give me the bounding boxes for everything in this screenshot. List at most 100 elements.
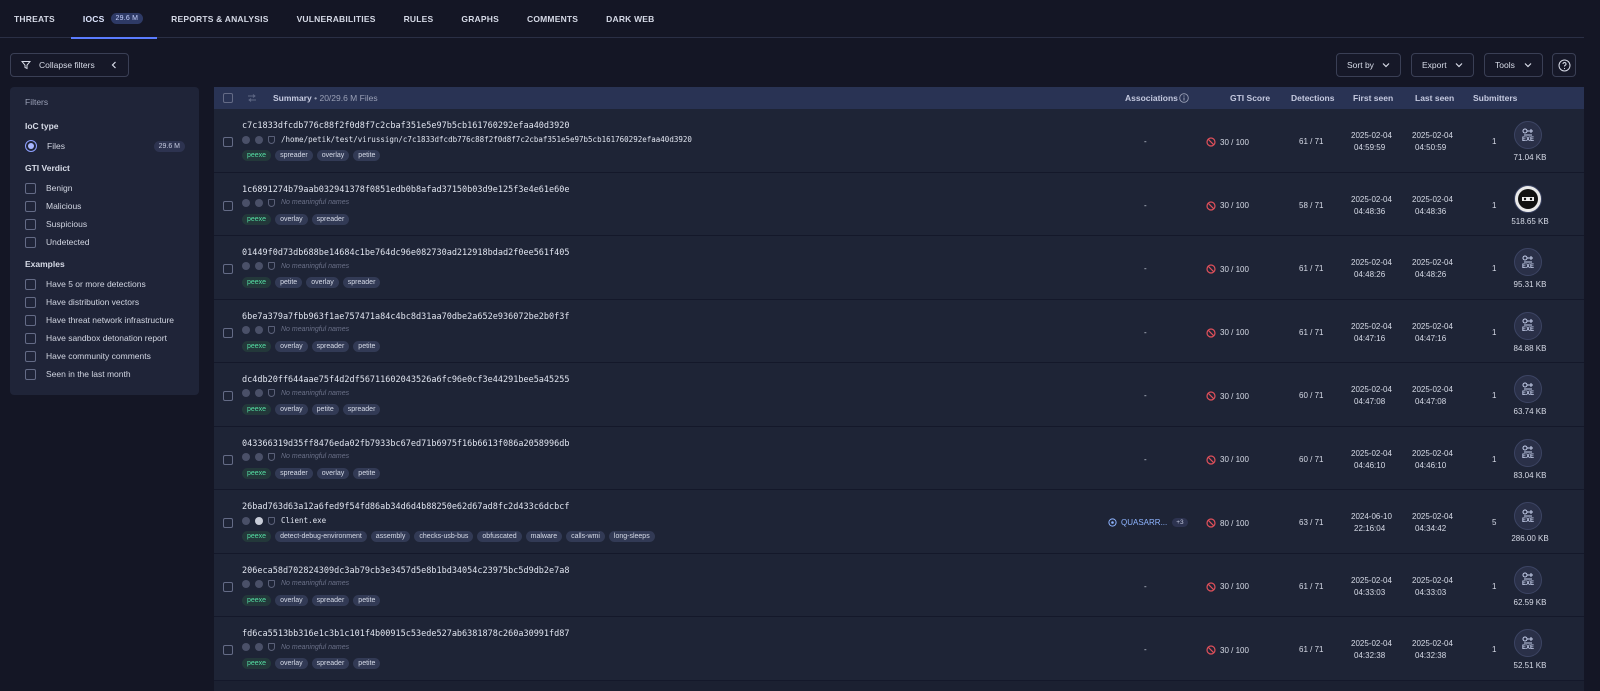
- tab-graphs[interactable]: GRAPHS: [461, 0, 499, 38]
- submitters-header[interactable]: Submitters: [1473, 93, 1517, 103]
- checkbox[interactable]: [25, 368, 36, 380]
- file-hash-link[interactable]: fd6ca5513bb316e1c3b1c101f4b00915c53ede52…: [242, 629, 570, 639]
- tag[interactable]: overlay: [316, 150, 350, 161]
- checkbox[interactable]: [25, 350, 36, 362]
- export-button[interactable]: Export: [1411, 53, 1474, 77]
- tag[interactable]: petite: [353, 340, 381, 352]
- files-radio[interactable]: [25, 140, 37, 152]
- row-checkbox[interactable]: [223, 391, 233, 401]
- tag[interactable]: spreader: [342, 404, 381, 415]
- tag[interactable]: petite: [353, 467, 381, 479]
- example-option[interactable]: Have sandbox detonation report: [25, 329, 199, 347]
- tab-rules[interactable]: RULES: [404, 0, 434, 38]
- tag[interactable]: peexe: [242, 213, 272, 225]
- sort-by-button[interactable]: Sort by: [1336, 53, 1401, 77]
- tag[interactable]: petite: [353, 594, 381, 606]
- association-link[interactable]: QUASARR... +3: [1108, 518, 1188, 527]
- table-row[interactable]: 206eca58d702824309dc3ab79cb3e3457d5e8b1b…: [214, 553, 1584, 617]
- help-button[interactable]: [1552, 53, 1576, 77]
- example-option[interactable]: Have distribution vectors: [25, 293, 199, 311]
- row-checkbox[interactable]: [223, 581, 233, 592]
- tag[interactable]: petite: [311, 404, 339, 415]
- tag[interactable]: peexe: [242, 531, 272, 542]
- tag[interactable]: spreader: [311, 340, 350, 352]
- verdict-benign-option[interactable]: Benign: [25, 179, 199, 197]
- swap-icon[interactable]: [247, 94, 257, 102]
- table-row[interactable]: fd6ca5513bb316e1c3b1c101f4b00915c53ede52…: [214, 617, 1584, 681]
- tag[interactable]: spreader: [275, 467, 313, 479]
- verdict-undetected-option[interactable]: Undetected: [25, 233, 199, 251]
- file-hash-link[interactable]: 01449f0d73db688be14684c1be764dc96e082730…: [242, 248, 570, 258]
- checkbox[interactable]: [25, 200, 36, 212]
- tag[interactable]: spreader: [311, 213, 350, 225]
- table-row[interactable]: c7c1833dfcdb776c88f2f0d8f7c2cbaf351e5e97…: [214, 109, 1584, 173]
- tag[interactable]: peexe: [242, 658, 272, 669]
- example-option[interactable]: Have threat network infrastructure: [25, 311, 199, 329]
- row-checkbox[interactable]: [223, 645, 233, 655]
- collapse-filters-button[interactable]: Collapse filters: [10, 53, 129, 77]
- row-checkbox[interactable]: [223, 454, 233, 465]
- table-row[interactable]: 043366319d35ff8476eda02fb7933bc67ed71b69…: [214, 426, 1584, 490]
- gti-score-header[interactable]: GTI Score: [1230, 93, 1270, 103]
- tab-comments[interactable]: COMMENTS: [527, 0, 578, 38]
- file-hash-link[interactable]: c7c1833dfcdb776c88f2f0d8f7c2cbaf351e5e97…: [242, 121, 570, 131]
- tag[interactable]: petite: [353, 150, 381, 161]
- tag[interactable]: overlay: [275, 594, 308, 606]
- tag[interactable]: spreader: [311, 594, 350, 606]
- select-all-checkbox[interactable]: [223, 93, 233, 103]
- file-hash-link[interactable]: 043366319d35ff8476eda02fb7933bc67ed71b69…: [242, 439, 570, 449]
- tag[interactable]: malware: [525, 531, 563, 542]
- checkbox[interactable]: [25, 278, 36, 290]
- tag[interactable]: petite: [275, 277, 303, 288]
- table-row[interactable]: 1c6891274b79aab032941378f0851edb0b8afad3…: [214, 172, 1584, 236]
- file-hash-link[interactable]: 26bad763d63a12a6fed9f54fd86ab34d6d4b8825…: [242, 502, 570, 512]
- checkbox[interactable]: [25, 218, 36, 230]
- tab-vulnerabilities[interactable]: VULNERABILITIES: [297, 0, 376, 38]
- verdict-suspicious-option[interactable]: Suspicious: [25, 215, 199, 233]
- tab-iocs[interactable]: IOCS 29.6 M: [70, 0, 158, 39]
- tag[interactable]: checks-usb-bus: [414, 531, 474, 542]
- tag[interactable]: overlay: [275, 340, 308, 352]
- file-hash-link[interactable]: 1c6891274b79aab032941378f0851edb0b8afad3…: [242, 185, 570, 195]
- verdict-malicious-option[interactable]: Malicious: [25, 197, 199, 215]
- tag[interactable]: assembly: [370, 531, 411, 542]
- detections-header[interactable]: Detections: [1291, 93, 1334, 103]
- tag[interactable]: overlay: [275, 404, 308, 415]
- association-more-badge[interactable]: +3: [1172, 518, 1188, 527]
- tag[interactable]: spreader: [311, 658, 350, 669]
- table-row[interactable]: 01449f0d73db688be14684c1be764dc96e082730…: [214, 236, 1584, 300]
- last-seen-header[interactable]: Last seen: [1415, 93, 1454, 103]
- checkbox[interactable]: [25, 296, 36, 308]
- tag[interactable]: spreader: [342, 277, 381, 288]
- tag[interactable]: peexe: [242, 404, 272, 415]
- tab-threats[interactable]: THREATS: [14, 0, 55, 38]
- tab-dark-web[interactable]: DARK WEB: [606, 0, 654, 38]
- tag[interactable]: spreader: [275, 150, 313, 161]
- associations-header[interactable]: Associations: [1125, 93, 1178, 103]
- checkbox[interactable]: [25, 236, 36, 248]
- tag[interactable]: calls-wmi: [566, 531, 605, 542]
- tab-reports-analysis[interactable]: REPORTS & ANALYSIS: [171, 0, 268, 38]
- tag[interactable]: overlay: [306, 277, 339, 288]
- file-hash-link[interactable]: 206eca58d702824309dc3ab79cb3e3457d5e8b1b…: [242, 566, 570, 576]
- tools-button[interactable]: Tools: [1484, 53, 1543, 77]
- file-hash-link[interactable]: dc4db20ff644aae75f4d2df56711602043526a6f…: [242, 375, 570, 385]
- ioc-type-files-option[interactable]: Files 29.6 M: [25, 137, 199, 155]
- table-row[interactable]: 26bad763d63a12a6fed9f54fd86ab34d6d4b8825…: [214, 490, 1584, 554]
- file-hash-link[interactable]: 6be7a379a7fbb963f1ae757471a84c4bc8d31aa7…: [242, 312, 570, 322]
- table-row[interactable]: 6be7a379a7fbb963f1ae757471a84c4bc8d31aa7…: [214, 299, 1584, 363]
- tag[interactable]: peexe: [242, 594, 272, 606]
- tag[interactable]: peexe: [242, 150, 272, 161]
- info-icon[interactable]: [1179, 93, 1189, 103]
- row-checkbox[interactable]: [223, 327, 233, 338]
- tag[interactable]: petite: [353, 658, 381, 669]
- tag[interactable]: obfuscated: [477, 531, 522, 542]
- example-option[interactable]: Seen in the last month: [25, 365, 199, 383]
- tag[interactable]: peexe: [242, 277, 272, 288]
- example-option[interactable]: Have community comments: [25, 347, 199, 365]
- row-checkbox[interactable]: [223, 200, 233, 211]
- first-seen-header[interactable]: First seen: [1353, 93, 1393, 103]
- row-checkbox[interactable]: [223, 264, 233, 274]
- checkbox[interactable]: [25, 332, 36, 344]
- tag[interactable]: overlay: [275, 213, 308, 225]
